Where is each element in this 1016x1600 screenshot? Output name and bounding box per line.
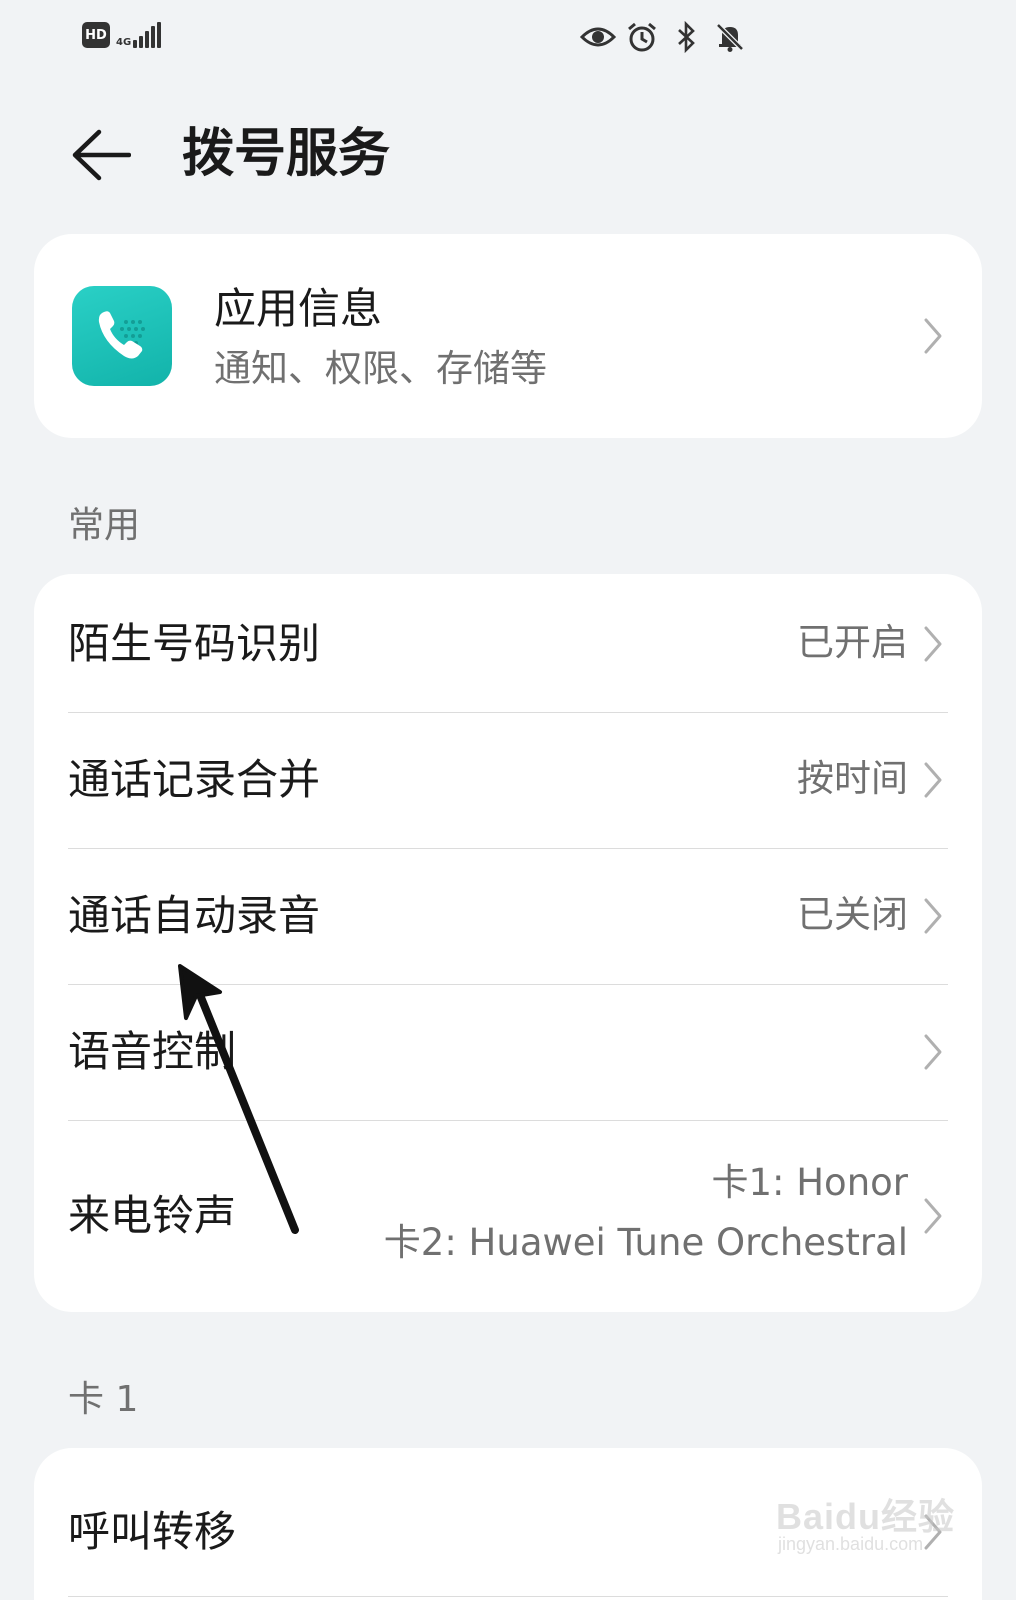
network-label: 4G (116, 37, 132, 48)
common-settings-card: 陌生号码识别 已开启 通话记录合并 按时间 通话自动录音 已关闭 语音控制 来电… (34, 574, 982, 1312)
section-header-sim1: 卡 1 (68, 1379, 139, 1420)
list-item-voice-control[interactable]: 语音控制 (34, 984, 982, 1120)
app-info-card[interactable]: 应用信息 通知、权限、存储等 (34, 234, 982, 438)
network-type: 4G (116, 37, 131, 48)
list-item-label: 呼叫转移 (68, 1507, 237, 1556)
back-arrow-icon (72, 129, 131, 181)
list-item-value: 已开启 (797, 621, 908, 664)
back-button[interactable] (66, 122, 136, 188)
ringtone-sim2-value: 卡2: Huawei Tune Orchestral (383, 1221, 908, 1264)
signal-indicator: 4G (116, 22, 162, 48)
status-right (580, 20, 748, 54)
list-item-ringtone[interactable]: 来电铃声 卡1: Honor 卡2: Huawei Tune Orchestra… (34, 1120, 982, 1312)
list-item-unknown-number-id[interactable]: 陌生号码识别 已开启 (34, 574, 982, 712)
list-item-label: 语音控制 (68, 1027, 237, 1076)
list-item-label: 通话自动录音 (68, 891, 321, 940)
list-item-label: 陌生号码识别 (68, 619, 321, 668)
chevron-right-icon (920, 1030, 946, 1074)
phone-app-icon (72, 286, 172, 386)
signal-bars-icon (133, 22, 162, 48)
list-item-call-log-merge[interactable]: 通话记录合并 按时间 (34, 712, 982, 848)
bluetooth-icon (668, 20, 704, 54)
bell-off-icon (712, 20, 748, 54)
list-item-auto-call-recording[interactable]: 通话自动录音 已关闭 (34, 848, 982, 984)
alarm-icon (624, 20, 660, 54)
hd-badge: HD (82, 22, 110, 48)
top-app-bar: 拨号服务 (0, 100, 1016, 210)
section-header-common: 常用 (68, 505, 141, 546)
chevron-right-icon (920, 622, 946, 666)
list-item-value: 按时间 (797, 757, 908, 800)
watermark-sub: jingyan.baidu.com (778, 1534, 924, 1554)
app-info-title: 应用信息 (214, 284, 383, 333)
list-item-label: 来电铃声 (68, 1191, 237, 1240)
list-item-label: 通话记录合并 (68, 755, 321, 804)
app-info-subtitle: 通知、权限、存储等 (214, 347, 547, 390)
status-bar: HD 4G (0, 0, 1016, 80)
chevron-right-icon (920, 1194, 946, 1238)
chevron-right-icon (920, 758, 946, 802)
eye-icon (580, 20, 616, 54)
page-title: 拨号服务 (182, 124, 391, 184)
list-item-value: 已关闭 (797, 893, 908, 936)
status-left: HD 4G (82, 22, 162, 48)
chevron-right-icon (920, 314, 946, 358)
divider (68, 1596, 948, 1597)
ringtone-sim1-value: 卡1: Honor (711, 1161, 908, 1204)
watermark-main: Baidu经验 (776, 1496, 956, 1537)
chevron-right-icon (920, 894, 946, 938)
baidu-watermark-logo: Baidu经验 jingyan.baidu.com (776, 1488, 976, 1578)
